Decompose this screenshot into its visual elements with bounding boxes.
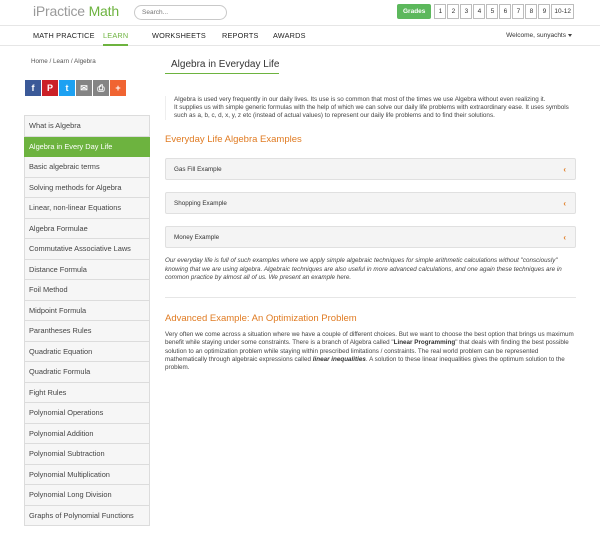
nav-math-practice[interactable]: MATH PRACTICE [33, 26, 95, 46]
grade-link[interactable]: 4 [473, 4, 486, 19]
sidebar-item-graphs-polynomial-functions[interactable]: Graphs of Polynomial Functions [24, 505, 150, 526]
sidebar-item-commutative-laws[interactable]: Commutative Associative Laws [24, 239, 150, 260]
examples-accordion: Gas Fill Example ‹ Shopping Example ‹ Mo… [165, 158, 576, 249]
sidebar-item-fight-rules[interactable]: Fight Rules [24, 382, 150, 403]
chevron-left-icon: ‹ [563, 233, 566, 243]
accordion-label: Money Example [174, 234, 220, 242]
chevron-down-icon [568, 33, 572, 37]
grade-link[interactable]: 8 [525, 4, 538, 19]
main-nav: MATH PRACTICE LEARN WORKSHEETS REPORTS A… [0, 25, 600, 46]
advanced-heading: Advanced Example: An Optimization Proble… [165, 313, 357, 325]
sidebar-item-linear-equations[interactable]: Linear, non-linear Equations [24, 198, 150, 219]
site-logo[interactable]: iPractice Math [33, 3, 119, 19]
nav-awards[interactable]: AWARDS [273, 26, 306, 46]
linear-inequalities-term: linear inequalities [312, 356, 366, 364]
grades-button[interactable]: Grades [397, 4, 432, 19]
sidebar-item-parantheses-rules[interactable]: Parantheses Rules [24, 321, 150, 342]
plus-icon[interactable]: + [110, 80, 126, 96]
accordion-item-money[interactable]: Money Example ‹ [165, 226, 576, 249]
share-bar: f P t ✉ ⎙ + [25, 80, 126, 96]
accordion-item-shopping[interactable]: Shopping Example ‹ [165, 192, 576, 215]
pinterest-icon[interactable]: P [42, 80, 58, 96]
sidebar-item-solving-methods[interactable]: Solving methods for Algebra [24, 177, 150, 198]
examples-summary: Our everyday life is full of such exampl… [165, 257, 562, 281]
accordion-label: Gas Fill Example [174, 166, 222, 174]
accordion-label: Shopping Example [174, 200, 227, 208]
sidebar-item-algebra-every-day-life[interactable]: Algebra in Every Day Life [24, 136, 150, 157]
sidebar-item-quadratic-formula[interactable]: Quadratic Formula [24, 362, 150, 383]
intro-block: Algebra is used very frequently in our d… [165, 96, 576, 121]
divider [165, 297, 576, 299]
logo-suffix: Math [88, 3, 120, 19]
sidebar-item-polynomial-multiplication[interactable]: Polynomial Multiplication [24, 464, 150, 485]
grade-link[interactable]: 10-12 [551, 4, 575, 19]
grade-link[interactable]: 9 [538, 4, 551, 19]
search-input[interactable] [134, 5, 227, 20]
chevron-left-icon: ‹ [563, 165, 566, 175]
sidebar-item-midpoint-formula[interactable]: Midpoint Formula [24, 300, 150, 321]
logo-prefix: iPractice [33, 3, 89, 19]
grade-link[interactable]: 2 [447, 4, 460, 19]
grade-link[interactable]: 3 [460, 4, 473, 19]
sidebar: What is Algebra Algebra in Every Day Lif… [24, 115, 150, 526]
print-icon[interactable]: ⎙ [93, 80, 109, 96]
sidebar-item-polynomial-long-division[interactable]: Polynomial Long Division [24, 485, 150, 506]
welcome-text: Welcome, sunyachts [506, 32, 566, 39]
sidebar-item-basic-algebraic-terms[interactable]: Basic algebraic terms [24, 157, 150, 178]
sidebar-item-polynomial-operations[interactable]: Polynomial Operations [24, 403, 150, 424]
page-title: Algebra in Everyday Life [165, 56, 280, 74]
sidebar-item-algebra-formulae[interactable]: Algebra Formulae [24, 218, 150, 239]
grade-link[interactable]: 6 [499, 4, 512, 19]
nav-learn[interactable]: LEARN [103, 26, 129, 46]
accordion-item-gas-fill[interactable]: Gas Fill Example ‹ [165, 158, 576, 181]
facebook-icon[interactable]: f [25, 80, 41, 96]
sidebar-item-quadratic-equation[interactable]: Quadratic Equation [24, 341, 150, 362]
twitter-icon[interactable]: t [59, 80, 75, 96]
grade-link[interactable]: 7 [512, 4, 525, 19]
sidebar-item-foil-method[interactable]: Foil Method [24, 280, 150, 301]
grade-link[interactable]: 1 [434, 4, 447, 19]
nav-worksheets[interactable]: WORKSHEETS [152, 26, 206, 46]
advanced-paragraph: Very often we come across a situation wh… [165, 331, 576, 372]
sidebar-item-polynomial-addition[interactable]: Polynomial Addition [24, 423, 150, 444]
linear-programming-term: Linear Programming [393, 339, 456, 347]
grade-link[interactable]: 5 [486, 4, 499, 19]
examples-heading: Everyday Life Algebra Examples [165, 134, 302, 146]
top-bar: iPractice Math Grades 1 2 3 4 5 6 7 8 9 … [0, 0, 600, 25]
user-menu[interactable]: Welcome, sunyachts [506, 26, 572, 45]
intro-paragraph: It supplies us with simple generic formu… [174, 104, 569, 120]
nav-reports[interactable]: REPORTS [222, 26, 259, 46]
email-icon[interactable]: ✉ [76, 80, 92, 96]
breadcrumb[interactable]: Home / Learn / Algebra [31, 58, 96, 65]
chevron-left-icon: ‹ [563, 199, 566, 209]
grades-bar: Grades 1 2 3 4 5 6 7 8 9 10-12 [397, 4, 575, 19]
sidebar-item-distance-formula[interactable]: Distance Formula [24, 259, 150, 280]
intro-paragraph: Algebra is used very frequently in our d… [174, 96, 546, 103]
main-content: Algebra in Everyday Life Algebra is used… [165, 54, 576, 373]
sidebar-item-what-is-algebra[interactable]: What is Algebra [24, 115, 150, 137]
sidebar-item-polynomial-subtraction[interactable]: Polynomial Subtraction [24, 444, 150, 465]
